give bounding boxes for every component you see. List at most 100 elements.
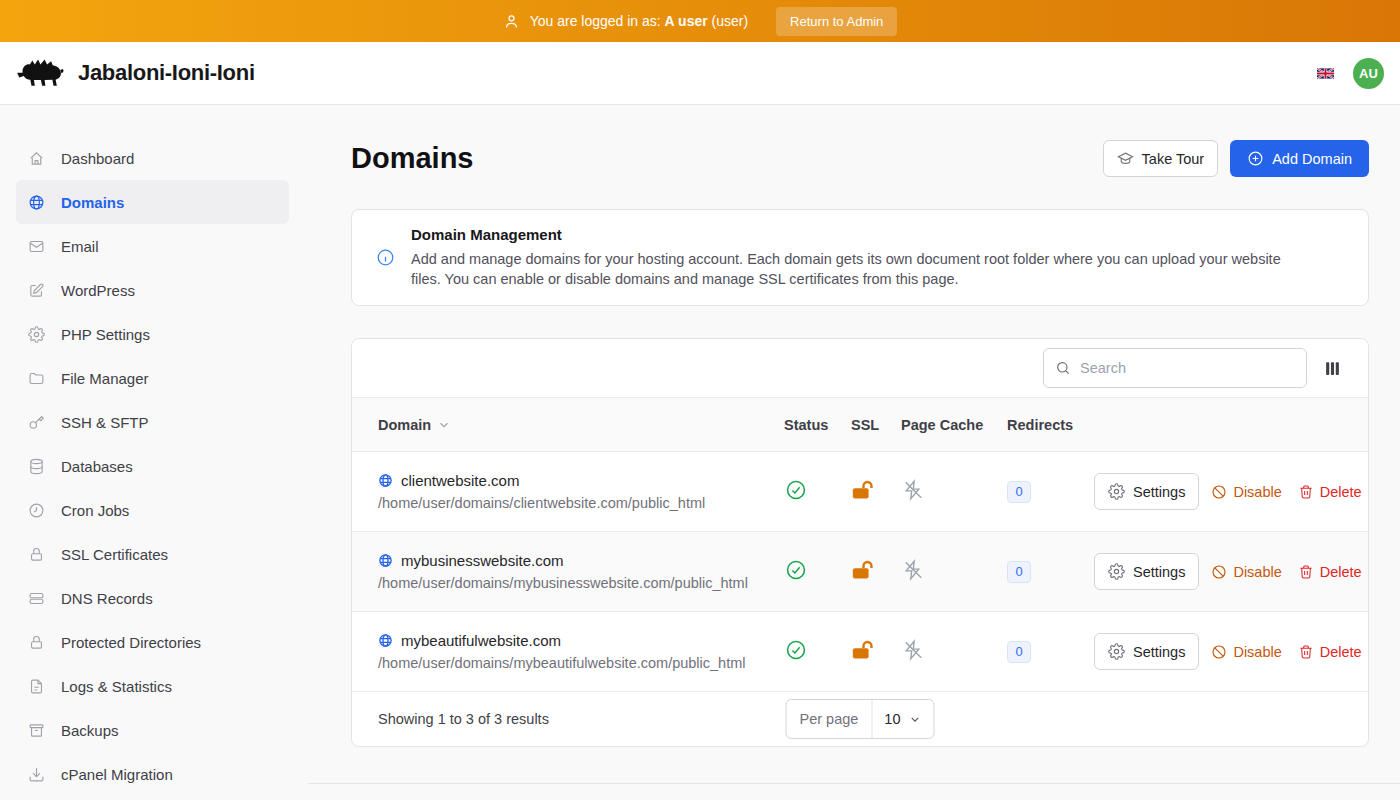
slash-circle-icon	[1211, 644, 1227, 660]
column-header-status: Status	[784, 417, 851, 433]
folder-icon	[28, 370, 45, 387]
page-cache-off-icon[interactable]	[902, 639, 924, 661]
delete-button[interactable]: Delete	[1298, 644, 1362, 660]
sidebar-item-label: Cron Jobs	[61, 502, 129, 519]
search-input[interactable]	[1043, 348, 1307, 388]
per-page-label: Per page	[787, 700, 873, 738]
banner-user-name: A user	[665, 13, 708, 29]
sidebar-item-label: Dashboard	[61, 150, 134, 167]
domain-name[interactable]: clientwebsite.com	[401, 472, 519, 489]
page-title: Domains	[351, 142, 473, 175]
user-icon	[503, 13, 520, 30]
download-icon	[28, 766, 45, 783]
disable-button[interactable]: Disable	[1211, 564, 1281, 580]
graduation-cap-icon	[1117, 150, 1134, 167]
gear-icon	[28, 326, 45, 343]
sidebar-item-logs-statistics[interactable]: Logs & Statistics	[16, 664, 289, 708]
sidebar-item-ssh-sftp[interactable]: SSH & SFTP	[16, 400, 289, 444]
trash-icon	[1298, 564, 1314, 580]
slash-circle-icon	[1211, 484, 1227, 500]
domain-path: /home/user/domains/clientwebsite.com/pub…	[378, 495, 784, 511]
trash-icon	[1298, 484, 1314, 500]
page-cache-off-icon[interactable]	[902, 479, 924, 501]
avatar[interactable]: AU	[1353, 58, 1384, 89]
sidebar-item-cron-jobs[interactable]: Cron Jobs	[16, 488, 289, 532]
home-icon	[28, 150, 45, 167]
info-title: Domain Management	[411, 226, 1291, 243]
sidebar-item-php-settings[interactable]: PHP Settings	[16, 312, 289, 356]
table-header: DomainStatusSSLPage CacheRedirects	[352, 397, 1368, 452]
ssl-unlocked-icon[interactable]	[851, 559, 876, 581]
clock-icon	[28, 502, 45, 519]
search-box	[1043, 348, 1307, 388]
search-icon	[1055, 360, 1071, 376]
delete-button[interactable]: Delete	[1298, 564, 1362, 580]
ssl-unlocked-icon[interactable]	[851, 639, 876, 661]
content-divider	[308, 783, 1400, 784]
sidebar-item-cpanel-migration[interactable]: cPanel Migration	[16, 752, 289, 796]
impersonation-banner: You are logged in as: A user (user) Retu…	[0, 0, 1400, 42]
plus-circle-icon	[1247, 150, 1264, 167]
table-footer: Showing 1 to 3 of 3 results Per page 10	[352, 692, 1368, 746]
ssl-unlocked-icon[interactable]	[851, 479, 876, 501]
globe-icon	[378, 553, 393, 568]
sort-chevron-icon	[437, 418, 451, 432]
page-cache-off-icon[interactable]	[902, 559, 924, 581]
banner-user-role: (user)	[712, 13, 749, 29]
sidebar-item-label: SSL Certificates	[61, 546, 168, 563]
sidebar-item-label: Protected Directories	[61, 634, 201, 651]
column-header-domain[interactable]: Domain	[352, 417, 784, 433]
sidebar-item-label: Backups	[61, 722, 119, 739]
sidebar-item-databases[interactable]: Databases	[16, 444, 289, 488]
domain-name[interactable]: mybusinesswebsite.com	[401, 552, 564, 569]
database-icon	[28, 458, 45, 475]
sidebar-item-label: Logs & Statistics	[61, 678, 172, 695]
brand[interactable]: Jabaloni-Ioni-Ioni	[16, 55, 255, 92]
disable-button[interactable]: Disable	[1211, 484, 1281, 500]
sidebar-item-ssl-certificates[interactable]: SSL Certificates	[16, 532, 289, 576]
status-enabled-icon	[785, 479, 807, 501]
column-header-redirects: Redirects	[1007, 417, 1094, 433]
sidebar-item-label: PHP Settings	[61, 326, 150, 343]
globe-icon	[28, 194, 45, 211]
disable-button[interactable]: Disable	[1211, 644, 1281, 660]
sidebar-item-backups[interactable]: Backups	[16, 708, 289, 752]
sidebar-item-domains[interactable]: Domains	[16, 180, 289, 224]
settings-button[interactable]: Settings	[1094, 473, 1199, 510]
settings-button[interactable]: Settings	[1094, 633, 1199, 670]
redirects-badge[interactable]: 0	[1007, 641, 1031, 663]
sidebar-item-dashboard[interactable]: Dashboard	[16, 136, 289, 180]
redirects-badge[interactable]: 0	[1007, 561, 1031, 583]
gear-icon	[1108, 483, 1125, 500]
return-to-admin-button[interactable]: Return to Admin	[776, 7, 897, 36]
main-content: Domains Take Tour Add Domain Domain Mana…	[305, 105, 1400, 800]
delete-button[interactable]: Delete	[1298, 484, 1362, 500]
lock-icon	[28, 634, 45, 651]
sidebar-item-email[interactable]: Email	[16, 224, 289, 268]
redirects-badge[interactable]: 0	[1007, 481, 1031, 503]
key-icon	[28, 414, 45, 431]
domains-table-card: DomainStatusSSLPage CacheRedirects clien…	[351, 338, 1369, 747]
take-tour-button[interactable]: Take Tour	[1103, 140, 1219, 177]
add-domain-button[interactable]: Add Domain	[1230, 140, 1369, 177]
info-description: Add and manage domains for your hosting …	[411, 249, 1291, 289]
sidebar-item-label: cPanel Migration	[61, 766, 173, 783]
globe-icon	[378, 633, 393, 648]
language-flag-icon[interactable]	[1317, 67, 1334, 80]
columns-icon[interactable]	[1324, 360, 1341, 377]
sidebar-item-file-manager[interactable]: File Manager	[16, 356, 289, 400]
sidebar-item-label: DNS Records	[61, 590, 153, 607]
column-header-ssl: SSL	[851, 417, 901, 433]
chevron-down-icon	[909, 713, 922, 726]
domain-name[interactable]: mybeautifulwebsite.com	[401, 632, 561, 649]
per-page-select[interactable]: 10	[872, 711, 933, 727]
sidebar-item-dns-records[interactable]: DNS Records	[16, 576, 289, 620]
gear-icon	[1108, 643, 1125, 660]
domain-path: /home/user/domains/mybeautifulwebsite.co…	[378, 655, 784, 671]
settings-button[interactable]: Settings	[1094, 553, 1199, 590]
sidebar-item-wordpress[interactable]: WordPress	[16, 268, 289, 312]
edit-icon	[28, 282, 45, 299]
sidebar-item-label: Databases	[61, 458, 133, 475]
sidebar-item-protected-directories[interactable]: Protected Directories	[16, 620, 289, 664]
boar-logo-icon	[16, 55, 65, 92]
